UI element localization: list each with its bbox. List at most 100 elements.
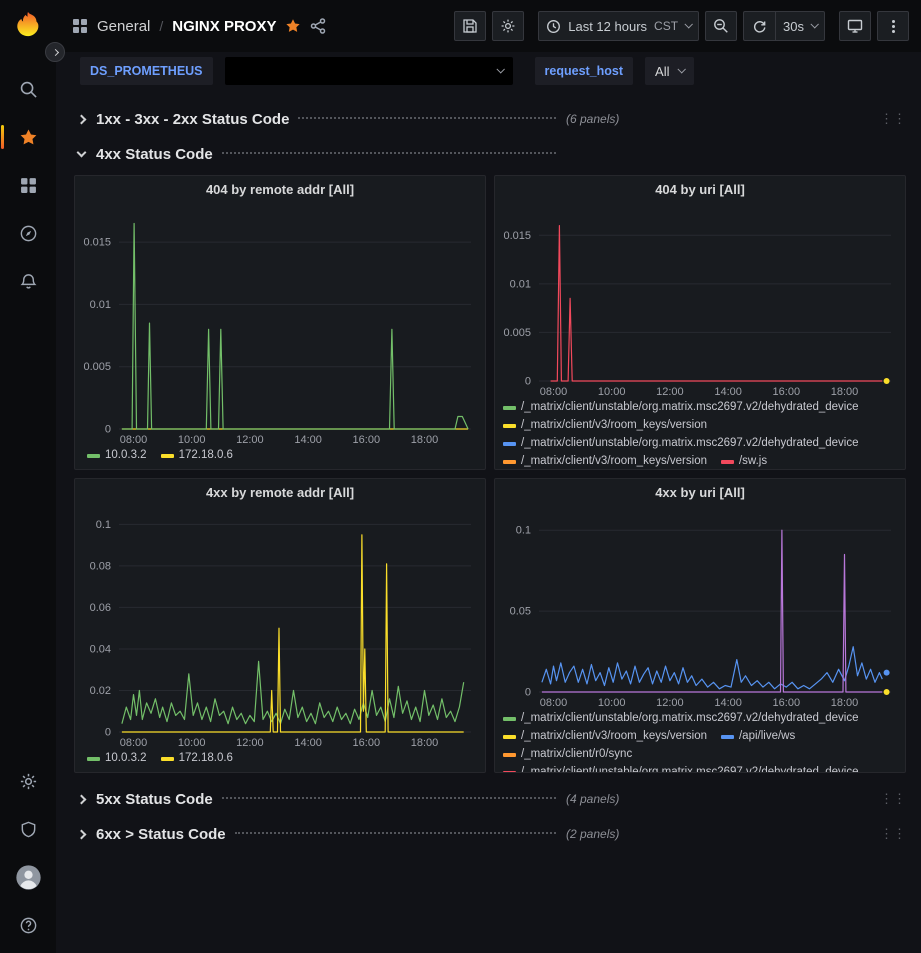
legend-item[interactable]: 172.18.0.6: [161, 447, 233, 464]
svg-text:0.005: 0.005: [83, 361, 111, 373]
svg-text:0.01: 0.01: [510, 278, 531, 290]
legend-label: /_matrix/client/v3/room_keys/version: [521, 417, 707, 434]
favorite-star-icon[interactable]: [285, 18, 301, 34]
svg-text:16:00: 16:00: [773, 386, 801, 398]
request-host-variable-label[interactable]: request_host: [535, 57, 634, 85]
legend-swatch: [721, 460, 734, 464]
legend-label: /_matrix/client/v3/room_keys/version: [521, 453, 707, 469]
legend-item[interactable]: 172.18.0.6: [161, 750, 233, 767]
svg-text:0: 0: [525, 687, 531, 699]
chevron-right-icon: [77, 829, 87, 839]
row-dotted-leader: [298, 117, 556, 119]
svg-text:10:00: 10:00: [598, 386, 626, 398]
row-header-1xx-3xx-2xx[interactable]: 1xx - 3xx - 2xx Status Code (6 panels) ⋮…: [74, 105, 906, 133]
panel-title[interactable]: 404 by uri [All]: [495, 176, 905, 203]
svg-text:0: 0: [105, 727, 111, 739]
svg-text:14:00: 14:00: [714, 697, 742, 709]
refresh-interval-label: 30s: [783, 19, 804, 34]
save-dashboard-button[interactable]: [454, 11, 486, 41]
datasource-value-select[interactable]: [225, 57, 513, 85]
breadcrumb-separator: /: [159, 18, 163, 34]
legend-item[interactable]: 10.0.3.2: [87, 750, 147, 767]
refresh-button[interactable]: [743, 11, 775, 41]
legend-item[interactable]: /_matrix/client/v3/room_keys/version: [503, 453, 707, 469]
panel-404-by-uri: 404 by uri [All] 00.0050.010.01508:0010:…: [494, 175, 906, 470]
row-header-5xx[interactable]: 5xx Status Code (4 panels) ⋮⋮: [74, 785, 906, 813]
refresh-interval-picker[interactable]: 30s: [775, 11, 825, 41]
legend-item[interactable]: /api/live/ws: [721, 728, 795, 745]
legend-swatch: [503, 406, 516, 410]
sidebar-item-alerting[interactable]: [0, 257, 56, 305]
zoom-out-icon: [713, 18, 729, 34]
legend-item[interactable]: /sw.js: [721, 453, 767, 469]
svg-text:0.04: 0.04: [90, 644, 111, 656]
datasource-variable-label[interactable]: DS_PROMETHEUS: [80, 57, 213, 85]
panel-title[interactable]: 404 by remote addr [All]: [75, 176, 485, 203]
chevron-down-icon: [684, 20, 692, 28]
page-title: NGINX PROXY: [172, 18, 276, 35]
row-drag-handle[interactable]: ⋮⋮: [880, 826, 906, 842]
row-drag-handle[interactable]: ⋮⋮: [880, 791, 906, 807]
legend-label: /api/live/ws: [739, 728, 795, 745]
breadcrumb-folder[interactable]: General: [97, 18, 150, 35]
sidebar-expand-button[interactable]: [45, 42, 65, 62]
sidebar-item-profile[interactable]: [0, 853, 56, 901]
time-series-chart[interactable]: 00.0050.010.01508:0010:0012:0014:0016:00…: [495, 203, 905, 399]
svg-text:18:00: 18:00: [831, 386, 859, 398]
legend-item[interactable]: /_matrix/client/unstable/org.matrix.msc2…: [503, 399, 859, 416]
svg-text:10:00: 10:00: [178, 737, 206, 749]
legend-item[interactable]: /_matrix/client/unstable/org.matrix.msc2…: [503, 435, 859, 452]
chevron-right-icon: [77, 794, 87, 804]
breadcrumb: General / NGINX PROXY: [72, 18, 326, 35]
sidebar-item-server-admin[interactable]: [0, 805, 56, 853]
panel-title[interactable]: 4xx by remote addr [All]: [75, 479, 485, 506]
svg-text:14:00: 14:00: [294, 434, 322, 446]
panel-title[interactable]: 4xx by uri [All]: [495, 479, 905, 506]
row-header-6xx[interactable]: 6xx > Status Code (2 panels) ⋮⋮: [74, 820, 906, 848]
panel-legend: 10.0.3.2 172.18.0.6: [75, 447, 485, 469]
legend-item[interactable]: /_matrix/client/unstable/org.matrix.msc2…: [503, 710, 859, 727]
svg-text:0.05: 0.05: [510, 606, 531, 618]
svg-text:18:00: 18:00: [411, 737, 439, 749]
legend-swatch: [503, 753, 516, 757]
time-range-picker[interactable]: Last 12 hours CST: [538, 11, 699, 41]
legend-item[interactable]: /_matrix/client/unstable/org.matrix.msc2…: [503, 764, 859, 772]
row-drag-handle[interactable]: ⋮⋮: [880, 111, 906, 127]
zoom-out-button[interactable]: [705, 11, 737, 41]
legend-label: /_matrix/client/unstable/org.matrix.msc2…: [521, 435, 859, 452]
legend-label: /_matrix/client/r0/sync: [521, 746, 632, 763]
svg-text:16:00: 16:00: [773, 697, 801, 709]
legend-item[interactable]: /_matrix/client/v3/room_keys/version: [503, 417, 707, 434]
refresh-icon: [752, 19, 767, 34]
chevron-right-icon: [77, 114, 87, 124]
share-icon[interactable]: [310, 18, 326, 34]
legend-label: 10.0.3.2: [105, 750, 147, 767]
request-host-value-select[interactable]: All: [645, 57, 694, 85]
panel-4xx-by-uri: 4xx by uri [All] 00.050.108:0010:0012:00…: [494, 478, 906, 773]
legend-swatch: [503, 735, 516, 739]
svg-text:16:00: 16:00: [353, 434, 381, 446]
sidebar-menu: [0, 65, 56, 305]
svg-text:12:00: 12:00: [236, 434, 264, 446]
legend-item[interactable]: /_matrix/client/v3/room_keys/version: [503, 728, 707, 745]
legend-item[interactable]: 10.0.3.2: [87, 447, 147, 464]
grafana-logo[interactable]: [13, 10, 43, 45]
sidebar-item-search[interactable]: [0, 65, 56, 113]
sidebar-item-starred[interactable]: [0, 113, 56, 161]
svg-text:0: 0: [525, 376, 531, 388]
svg-text:0.1: 0.1: [96, 519, 111, 531]
dashboard-settings-button[interactable]: [492, 11, 524, 41]
sidebar-item-dashboards[interactable]: [0, 161, 56, 209]
tv-mode-button[interactable]: [839, 11, 871, 41]
clock-icon: [546, 19, 561, 34]
more-options-button[interactable]: [877, 11, 909, 41]
time-series-chart[interactable]: 00.0050.010.01508:0010:0012:0014:0016:00…: [75, 203, 485, 447]
legend-item[interactable]: /_matrix/client/r0/sync: [503, 746, 632, 763]
sidebar-item-help[interactable]: [0, 901, 56, 949]
sidebar-item-explore[interactable]: [0, 209, 56, 257]
sidebar-item-configuration[interactable]: [0, 757, 56, 805]
row-header-4xx[interactable]: 4xx Status Code: [74, 140, 906, 168]
legend-swatch: [503, 460, 516, 464]
time-series-chart[interactable]: 00.020.040.060.080.108:0010:0012:0014:00…: [75, 506, 485, 750]
time-series-chart[interactable]: 00.050.108:0010:0012:0014:0016:0018:00: [495, 506, 905, 710]
